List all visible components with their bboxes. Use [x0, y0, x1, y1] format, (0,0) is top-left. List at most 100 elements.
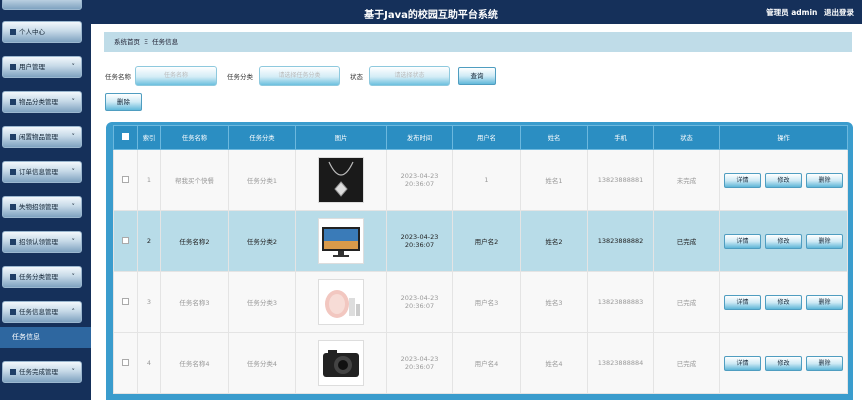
sidebar-item-task-complete[interactable]: 任务完成管理 ˅ — [2, 361, 82, 383]
detail-button[interactable]: 详情 — [724, 355, 761, 371]
task-name-label: 任务名称 — [105, 73, 131, 81]
logout-link[interactable]: 退出登录 — [824, 8, 854, 17]
sidebar-item-lost-found[interactable]: 失物招领管理 ˅ — [2, 196, 82, 218]
cell-username: 用户名3 — [452, 271, 521, 333]
cell-phone: 13823888882 — [587, 210, 654, 272]
grid-icon — [10, 99, 16, 105]
cell-realname: 姓名2 — [520, 210, 588, 272]
list-icon — [10, 274, 16, 280]
row-select-cell[interactable] — [113, 210, 138, 272]
cell-task-category: 任务分类1 — [228, 149, 296, 211]
header-actions: 操作 — [719, 125, 848, 150]
sidebar-item-top[interactable] — [2, 0, 82, 10]
cell-index: 2 — [137, 210, 161, 272]
row-select-cell[interactable] — [113, 332, 138, 394]
main-content: 系统首页 Ξ 任务信息 任务名称 任务名称 任务分类 请选择任务分类 状态 请选择状… — [91, 24, 862, 400]
task-category-select[interactable]: 请选择任务分类 — [259, 66, 340, 86]
cell-task-category: 任务分类3 — [228, 271, 296, 333]
status-label: 状态 — [350, 73, 363, 81]
cell-image — [295, 332, 387, 394]
chevron-down-icon: ˅ — [71, 273, 76, 281]
row-select-cell[interactable] — [113, 149, 138, 211]
sidebar-item-user-manage[interactable]: 用户管理 ˅ — [2, 56, 82, 78]
chevron-down-icon: ˅ — [71, 98, 76, 106]
cell-actions: 详情 修改 删除 — [719, 271, 848, 333]
row-checkbox[interactable] — [122, 358, 129, 366]
chevron-up-icon: ˄ — [71, 308, 76, 316]
query-button[interactable]: 查询 — [458, 67, 496, 85]
header-status: 状态 — [653, 125, 720, 150]
sidebar-subitem-task-info[interactable]: 任务信息 — [0, 327, 91, 348]
sidebar-item-task-info[interactable]: 任务信息管理 ˄ — [2, 301, 82, 323]
detail-button[interactable]: 详情 — [724, 233, 761, 249]
cell-status: 已完成 — [653, 271, 720, 333]
cell-status: 已完成 — [653, 332, 720, 394]
task-name-input[interactable]: 任务名称 — [135, 66, 217, 86]
cell-realname: 姓名4 — [520, 332, 588, 394]
edit-button[interactable]: 修改 — [765, 294, 802, 310]
delete-button[interactable]: 删除 — [806, 172, 843, 188]
cell-publish-time: 2023-04-23 20:36:07 — [386, 271, 453, 333]
task-category-label: 任务分类 — [227, 73, 253, 81]
sidebar: 个人中心 用户管理 ˅ 物品分类管理 ˅ 闲置物品管理 ˅ 订单信息管理 ˅ 失物招领管… — [0, 0, 91, 400]
row-checkbox[interactable] — [122, 175, 129, 183]
breadcrumb-current: 任务信息 — [152, 38, 179, 46]
user-icon — [10, 29, 16, 35]
header-task-category: 任务分类 — [228, 125, 296, 150]
chart-icon — [10, 204, 16, 210]
row-checkbox[interactable] — [122, 297, 129, 305]
grid-icon — [10, 369, 16, 375]
grid-icon — [10, 309, 16, 315]
cell-publish-time: 2023-04-23 20:36:07 — [386, 149, 453, 211]
grid-icon — [10, 239, 16, 245]
cell-status: 已完成 — [653, 210, 720, 272]
row-select-cell[interactable] — [113, 271, 138, 333]
select-all-checkbox[interactable] — [122, 133, 129, 140]
delete-button[interactable]: 删除 — [806, 233, 843, 249]
cell-actions: 详情 修改 删除 — [719, 149, 848, 211]
header-image: 图片 — [295, 125, 387, 150]
row-checkbox[interactable] — [122, 236, 129, 244]
cell-actions: 详情 修改 删除 — [719, 210, 848, 272]
cell-index: 1 — [137, 149, 161, 211]
breadcrumb-separator: Ξ — [144, 38, 149, 46]
sidebar-item-orders[interactable]: 订单信息管理 ˅ — [2, 161, 82, 183]
sidebar-item-personal-center[interactable]: 个人中心 — [2, 21, 82, 43]
cosmetics-image — [318, 278, 364, 325]
chevron-down-icon: ˅ — [71, 168, 76, 176]
detail-button[interactable]: 详情 — [724, 172, 761, 188]
order-icon — [10, 169, 16, 175]
cell-task-name: 任务名称2 — [160, 210, 229, 272]
batch-delete-button[interactable]: 删除 — [105, 93, 142, 111]
cell-image — [295, 210, 387, 272]
cell-phone: 13823888883 — [587, 271, 654, 333]
table-row: 2 任务名称2 任务分类2 2023-04-23 20:36:07 用户名2 姓名2 138… — [113, 210, 848, 272]
delete-button[interactable]: 删除 — [806, 355, 843, 371]
cell-task-category: 任务分类4 — [228, 332, 296, 394]
chevron-down-icon: ˅ — [71, 203, 76, 211]
header-select-all[interactable] — [113, 125, 138, 150]
cell-index: 3 — [137, 271, 161, 333]
cell-phone: 13823888884 — [587, 332, 654, 394]
breadcrumb-home[interactable]: 系统首页 — [114, 38, 140, 46]
cell-task-name: 任务名称4 — [160, 332, 229, 394]
cell-task-name: 帮我买个快餐 — [160, 149, 229, 211]
cell-publish-time: 2023-04-23 20:36:07 — [386, 332, 453, 394]
box-icon — [10, 134, 16, 140]
cell-image — [295, 271, 387, 333]
edit-button[interactable]: 修改 — [765, 172, 802, 188]
cell-index: 4 — [137, 332, 161, 394]
detail-button[interactable]: 详情 — [724, 294, 761, 310]
sidebar-item-claims[interactable]: 招领认领管理 ˅ — [2, 231, 82, 253]
edit-button[interactable]: 修改 — [765, 233, 802, 249]
edit-button[interactable]: 修改 — [765, 355, 802, 371]
table-row: 3 任务名称3 任务分类3 2023-04-23 20:36:07 用户名3 姓名3 138… — [113, 271, 848, 333]
sidebar-item-idle-items[interactable]: 闲置物品管理 ˅ — [2, 126, 82, 148]
header-phone: 手机 — [587, 125, 654, 150]
cell-realname: 姓名3 — [520, 271, 588, 333]
delete-button[interactable]: 删除 — [806, 294, 843, 310]
header-realname: 姓名 — [520, 125, 588, 150]
status-select[interactable]: 请选择状态 — [369, 66, 450, 86]
sidebar-item-item-category[interactable]: 物品分类管理 ˅ — [2, 91, 82, 113]
sidebar-item-task-category[interactable]: 任务分类管理 ˅ — [2, 266, 82, 288]
